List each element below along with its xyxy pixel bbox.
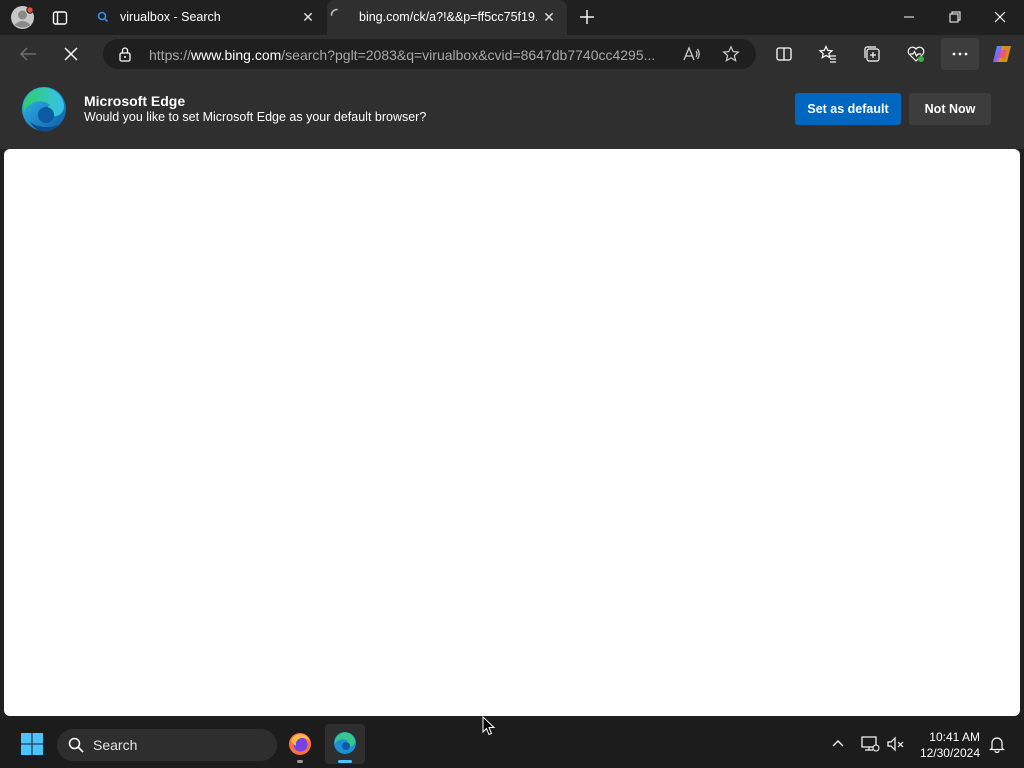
- copilot-icon[interactable]: [990, 42, 1014, 66]
- settings-and-more-button[interactable]: [941, 38, 979, 70]
- url-scheme: https://: [149, 47, 192, 63]
- taskbar-search-box[interactable]: Search: [57, 729, 277, 761]
- taskbar: Search 10:41 AM 12/30/2024: [0, 720, 1024, 768]
- address-bar[interactable]: https://www.bing.com/search?pglt=2083&q=…: [103, 39, 756, 69]
- banner-title: Microsoft Edge: [84, 93, 186, 109]
- edge-taskbar-button[interactable]: [325, 724, 365, 764]
- network-icon[interactable]: [860, 735, 880, 753]
- mouse-cursor-icon: [482, 716, 496, 736]
- show-hidden-icons-chevron[interactable]: [830, 736, 846, 752]
- clock-date: 12/30/2024: [919, 746, 980, 760]
- close-icon[interactable]: ✕: [541, 9, 557, 25]
- url-text[interactable]: https://www.bing.com/search?pglt=2083&q=…: [149, 47, 669, 63]
- loading-spinner-icon: [330, 8, 344, 22]
- bing-search-icon: [97, 11, 109, 23]
- not-now-button[interactable]: Not Now: [909, 93, 991, 125]
- web-page-content[interactable]: [4, 149, 1020, 716]
- volume-muted-icon[interactable]: [886, 735, 906, 753]
- search-icon: [68, 737, 84, 753]
- browser-toolbar: https://www.bing.com/search?pglt=2083&q=…: [0, 35, 1024, 73]
- browser-essentials-icon[interactable]: [906, 44, 926, 64]
- collections-icon[interactable]: [862, 44, 882, 64]
- url-domain: www.bing.com: [191, 47, 282, 63]
- restore-button[interactable]: [948, 10, 962, 24]
- edge-logo-icon: [20, 85, 68, 133]
- back-button[interactable]: [18, 45, 38, 63]
- close-window-button[interactable]: [993, 10, 1007, 24]
- lock-icon[interactable]: [118, 46, 132, 62]
- firefox-icon[interactable]: [288, 732, 312, 756]
- profile-avatar[interactable]: [10, 5, 35, 30]
- default-browser-banner: Microsoft Edge Would you like to set Mic…: [0, 73, 1024, 149]
- stop-loading-button[interactable]: [62, 45, 80, 63]
- read-aloud-icon[interactable]: [683, 46, 701, 62]
- tab-search[interactable]: virualbox - Search ✕: [88, 0, 326, 35]
- banner-message: Would you like to set Microsoft Edge as …: [84, 110, 427, 124]
- tab-strip: virualbox - Search ✕ bing.com/ck/a?!&&p=…: [0, 0, 1024, 35]
- tab-title: virualbox - Search: [120, 10, 221, 24]
- close-icon[interactable]: ✕: [300, 9, 316, 25]
- new-tab-button[interactable]: [578, 8, 596, 26]
- minimize-button[interactable]: [902, 10, 916, 24]
- notifications-bell-icon[interactable]: [988, 735, 1006, 753]
- url-path: /search?pglt=2083&q=virualbox&cvid=8647d…: [281, 47, 656, 63]
- set-as-default-button[interactable]: Set as default: [795, 93, 901, 125]
- favorites-icon[interactable]: [818, 44, 838, 64]
- tab-bing-link[interactable]: bing.com/ck/a?!&&p=ff5cc75f19... ✕: [327, 0, 567, 35]
- edge-icon: [333, 731, 357, 755]
- system-clock[interactable]: 10:41 AM 12/30/2024: [920, 729, 980, 761]
- tab-title: bing.com/ck/a?!&&p=ff5cc75f19...: [359, 10, 537, 24]
- firefox-running-indicator: [297, 760, 303, 763]
- split-screen-icon[interactable]: [775, 45, 793, 63]
- search-placeholder: Search: [93, 737, 138, 753]
- favorite-star-icon[interactable]: [722, 45, 740, 63]
- windows-start-icon[interactable]: [20, 732, 44, 756]
- edge-active-indicator: [338, 760, 352, 763]
- clock-time: 10:41 AM: [929, 730, 980, 744]
- tab-actions-icon[interactable]: [52, 10, 68, 26]
